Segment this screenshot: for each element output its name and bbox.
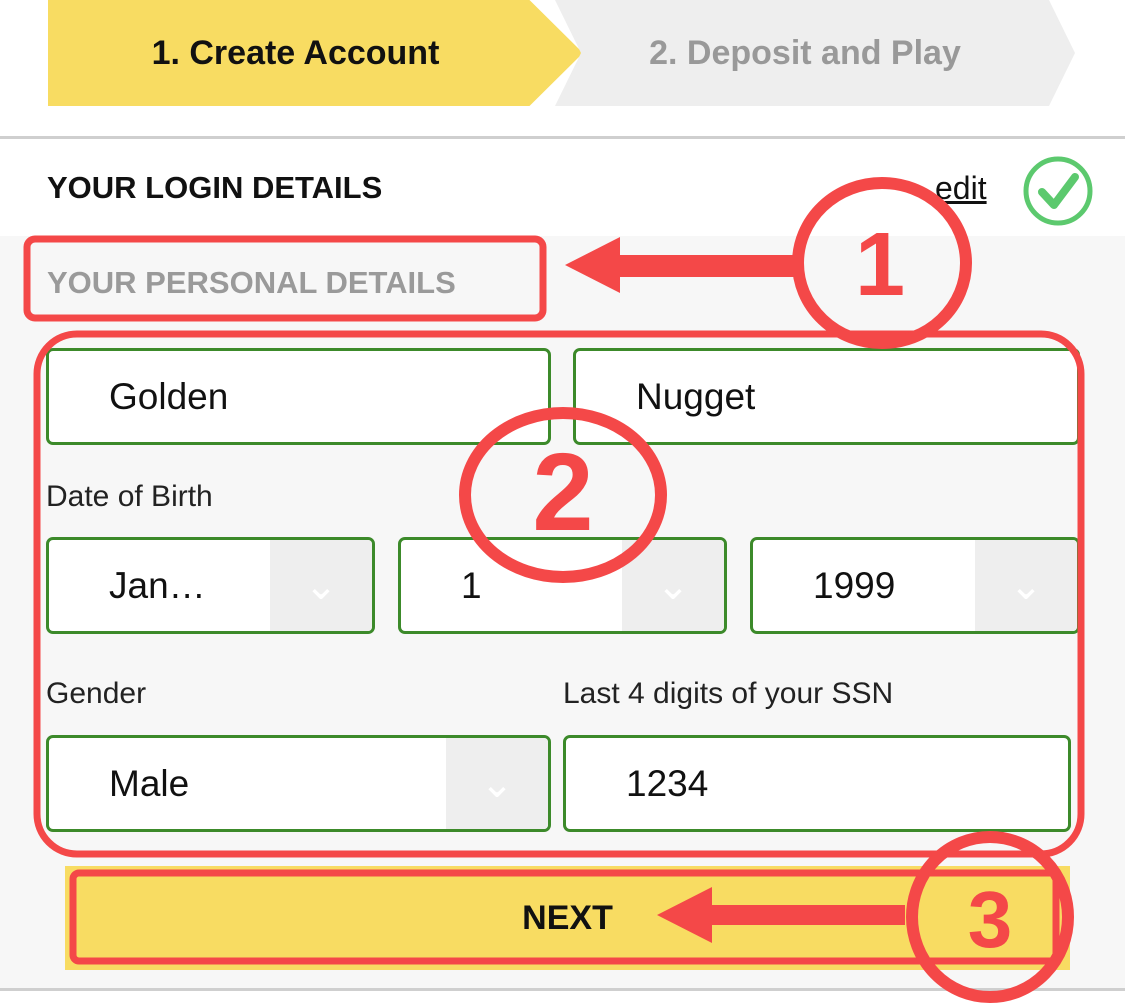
chevron-down-icon: ⌄ [270, 540, 372, 631]
gender-value: Male [109, 762, 190, 804]
dob-day-select[interactable]: 1 ⌄ [398, 537, 727, 634]
divider [0, 988, 1125, 991]
step-create-account: 1. Create Account [48, 0, 583, 106]
dob-label: Date of Birth [46, 480, 213, 513]
last-name-input[interactable]: Nugget [573, 348, 1080, 445]
step-deposit-and-play: 2. Deposit and Play [555, 0, 1075, 106]
dob-year-select[interactable]: 1999 ⌄ [750, 537, 1080, 634]
chevron-down-icon: ⌄ [446, 738, 548, 829]
chevron-down-icon: ⌄ [975, 540, 1077, 631]
edit-link[interactable]: edit [935, 170, 987, 207]
ssn-value: 1234 [626, 762, 709, 804]
last-name-value: Nugget [636, 375, 756, 417]
check-circle-icon [1022, 155, 1094, 227]
dob-month-value: Jan… [109, 564, 206, 606]
personal-details-title: YOUR PERSONAL DETAILS [47, 265, 456, 300]
ssn-label: Last 4 digits of your SSN [563, 677, 894, 710]
dob-year-value: 1999 [813, 564, 896, 606]
first-name-input[interactable]: Golden [46, 348, 551, 445]
dob-day-value: 1 [461, 564, 482, 606]
gender-select[interactable]: Male ⌄ [46, 735, 551, 832]
ssn-input[interactable]: 1234 [563, 735, 1071, 832]
login-details-title: YOUR LOGIN DETAILS [47, 170, 383, 205]
gender-label: Gender [46, 677, 147, 710]
next-button[interactable]: NEXT [65, 866, 1070, 970]
chevron-down-icon: ⌄ [622, 540, 724, 631]
first-name-value: Golden [109, 375, 229, 417]
divider [0, 136, 1125, 139]
dob-month-select[interactable]: Jan… ⌄ [46, 537, 375, 634]
